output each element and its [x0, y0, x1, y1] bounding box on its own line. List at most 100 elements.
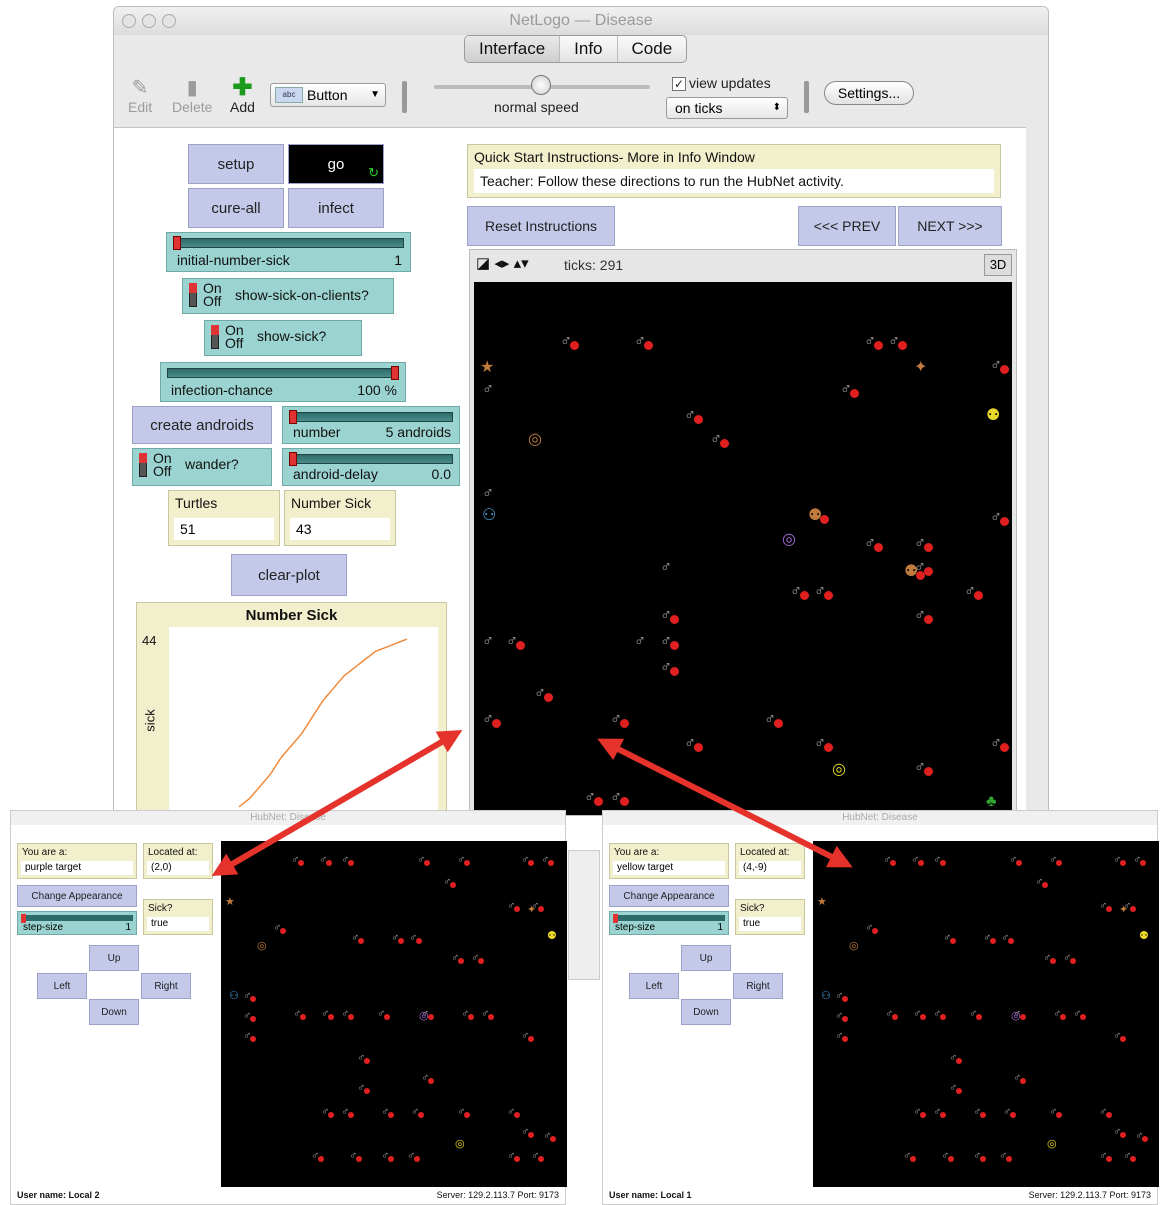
sick-indicator-icon — [980, 1112, 987, 1118]
person-agent-icon: ♂ — [521, 1127, 535, 1138]
go-button[interactable]: go ↻ — [288, 144, 384, 184]
person-agent-icon: ♂ — [341, 1107, 355, 1118]
left-button[interactable]: Left — [629, 973, 679, 999]
delete-tool[interactable]: ▮ Delete — [172, 77, 212, 115]
slider-knob[interactable] — [173, 236, 181, 250]
sick-indicator-icon — [398, 938, 405, 944]
person-agent-icon: ♂ — [914, 608, 933, 624]
view-control-arrows-icon[interactable]: ◪ ◂▸ ▴▾ — [476, 254, 529, 272]
right-button[interactable]: Right — [733, 973, 783, 999]
person-agent-icon: ♂ — [883, 855, 897, 866]
clear-plot-button[interactable]: clear-plot — [231, 554, 347, 596]
android-agent-icon: ♣ — [986, 793, 997, 810]
sick-indicator-icon — [468, 1014, 475, 1020]
switch-label: show-sick-on-clients? — [235, 287, 369, 303]
next-button[interactable]: NEXT >>> — [898, 206, 1002, 246]
initial-number-sick-slider[interactable]: initial-number-sick 1 — [166, 232, 411, 272]
tab-info[interactable]: Info — [560, 36, 618, 62]
sick-indicator-icon — [538, 906, 545, 912]
person-agent-icon: ♂ — [471, 953, 485, 964]
monitor-value: (4,-9) — [739, 861, 801, 875]
client-window-title: HubNet: Disease — [603, 811, 1157, 825]
zoom-window-icon[interactable] — [162, 14, 176, 28]
update-mode-select[interactable]: on ticks ⬍ — [666, 97, 788, 119]
sick-indicator-icon — [348, 860, 355, 866]
wander-switch[interactable]: On Off wander? — [132, 448, 272, 486]
slider-name: android-delay — [293, 466, 378, 482]
go-button-label: go — [327, 155, 345, 173]
step-size-slider[interactable]: step-size 1 — [17, 911, 137, 935]
down-button[interactable]: Down — [681, 999, 731, 1025]
setup-button[interactable]: setup — [188, 144, 284, 184]
view-updates-checkbox[interactable]: ✓ view updates — [672, 75, 771, 91]
settings-button[interactable]: Settings... — [824, 81, 914, 105]
number-slider[interactable]: number 5 androids — [282, 406, 460, 444]
change-appearance-button[interactable]: Change Appearance — [609, 885, 729, 907]
show-sick-on-clients-switch[interactable]: On Off show-sick-on-clients? — [182, 278, 394, 314]
person-agent-icon: ♂ — [541, 855, 555, 866]
monitor-value: purple target — [21, 861, 133, 875]
infect-button[interactable]: infect — [288, 188, 384, 228]
up-button[interactable]: Up — [89, 945, 139, 971]
pencil-icon: ✎ — [131, 77, 149, 99]
create-androids-button[interactable]: create androids — [132, 406, 272, 444]
tab-interface[interactable]: Interface — [465, 36, 561, 62]
sick-indicator-icon — [1120, 1036, 1127, 1042]
change-appearance-button[interactable]: Change Appearance — [17, 885, 137, 907]
android-delay-slider[interactable]: android-delay 0.0 — [282, 448, 460, 486]
add-tool[interactable]: ✚ Add — [230, 76, 255, 116]
world-view[interactable]: ♂ ♂ ♂ ♂ ♂ ♂ ♂ ♂ ♂ ♂ ♂ ♂ ♂ ♂ ♂ ♂ ♂ ♂ ♂ ♂ ♂ ♂ ♂ ♂ ♂ ♂ ♂ ♂ ♂ ♂ ♂ ♂ ♂ ♂ ♂ ★ ✦ ◎ ◎ ⚉… — [474, 282, 1012, 815]
right-button[interactable]: Right — [141, 973, 191, 999]
sick-indicator-icon — [1042, 882, 1049, 888]
close-window-icon[interactable] — [122, 14, 136, 28]
show-sick-switch[interactable]: On Off show-sick? — [204, 320, 362, 356]
sick-indicator-icon — [980, 1156, 987, 1162]
person-agent-icon: ♂ — [911, 855, 925, 866]
client-footer: User name: Local 1 Server: 129.2.113.7 P… — [609, 1190, 1151, 1202]
monitor-label: Number Sick — [291, 495, 372, 511]
sick-indicator-icon — [918, 860, 925, 866]
slider-knob[interactable] — [391, 366, 399, 380]
infection-chance-slider[interactable]: infection-chance 100 % — [160, 362, 406, 402]
sick-indicator-icon — [940, 860, 947, 866]
cure-all-button[interactable]: cure-all — [188, 188, 284, 228]
sick-indicator-icon — [824, 591, 833, 600]
person-agent-icon: ♂ — [321, 1009, 335, 1020]
scrollbar[interactable] — [568, 850, 600, 980]
sick-indicator-icon — [388, 1112, 395, 1118]
up-button[interactable]: Up — [681, 945, 731, 971]
sick-indicator-icon — [1016, 860, 1023, 866]
widget-type-select[interactable]: abc Button ▼ — [270, 83, 386, 107]
quick-start-note: Quick Start Instructions- More in Info W… — [467, 144, 1001, 198]
reset-instructions-button[interactable]: Reset Instructions — [467, 206, 615, 246]
dropdown-caret-icon: ▼ — [370, 89, 380, 100]
person-agent-icon: ♂ — [973, 1151, 987, 1162]
minimize-window-icon[interactable] — [142, 14, 156, 28]
person-agent-icon: ♂ — [457, 855, 471, 866]
edit-tool[interactable]: ✎ Edit — [128, 77, 152, 115]
down-button[interactable]: Down — [89, 999, 139, 1025]
left-button[interactable]: Left — [37, 973, 87, 999]
toggle-icon[interactable] — [189, 283, 197, 307]
person-agent-icon: ♂ — [534, 686, 553, 702]
person-agent-icon: ♂ — [943, 933, 957, 944]
person-agent-icon: ♂ — [1073, 1009, 1087, 1020]
toggle-icon[interactable] — [211, 325, 219, 349]
step-size-slider[interactable]: step-size 1 — [609, 911, 729, 935]
slider-knob[interactable] — [289, 410, 297, 424]
speed-slider-knob[interactable] — [531, 75, 551, 95]
tab-code[interactable]: Code — [618, 36, 687, 62]
client-world-view[interactable]: ♂ ♂ ♂ ♂ ♂ ♂ ♂ ♂ ♂ ♂ ♂ ♂ ♂ ♂ ♂ ♂ ♂ ♂ ♂ ♂ ♂ ♂ ♂ ♂ ♂ ♂ ♂ ♂ ♂ ♂ ♂ ♂ ♂ ♂ ♂ ♂ ♂ ♂ ♂ ♂… — [813, 841, 1159, 1187]
slider-knob[interactable] — [289, 452, 297, 466]
plot-y-max: 44 — [142, 633, 157, 648]
android-agent-icon: ⚉ — [904, 564, 926, 580]
person-agent-icon: ♂ — [814, 584, 833, 600]
toggle-icon[interactable] — [139, 453, 147, 477]
slider-track — [173, 238, 404, 248]
prev-button[interactable]: <<< PREV — [798, 206, 896, 246]
android-agent-icon: ⚉ — [808, 508, 830, 524]
person-agent-icon: ♂ — [531, 1151, 545, 1162]
server-label: Server: 129.2.113.7 Port: 9173 — [1028, 1190, 1151, 1200]
client-world-view[interactable]: ♂ ♂ ♂ ♂ ♂ ♂ ♂ ♂ ♂ ♂ ♂ ♂ ♂ ♂ ♂ ♂ ♂ ♂ ♂ ♂ ♂ ♂ ♂ ♂ ♂ ♂ ♂ ♂ ♂ ♂ ♂ ♂ ♂ ♂ ♂ ♂ ♂ ♂ ♂ ♂… — [221, 841, 567, 1187]
3d-view-button[interactable]: 3D — [984, 254, 1012, 276]
